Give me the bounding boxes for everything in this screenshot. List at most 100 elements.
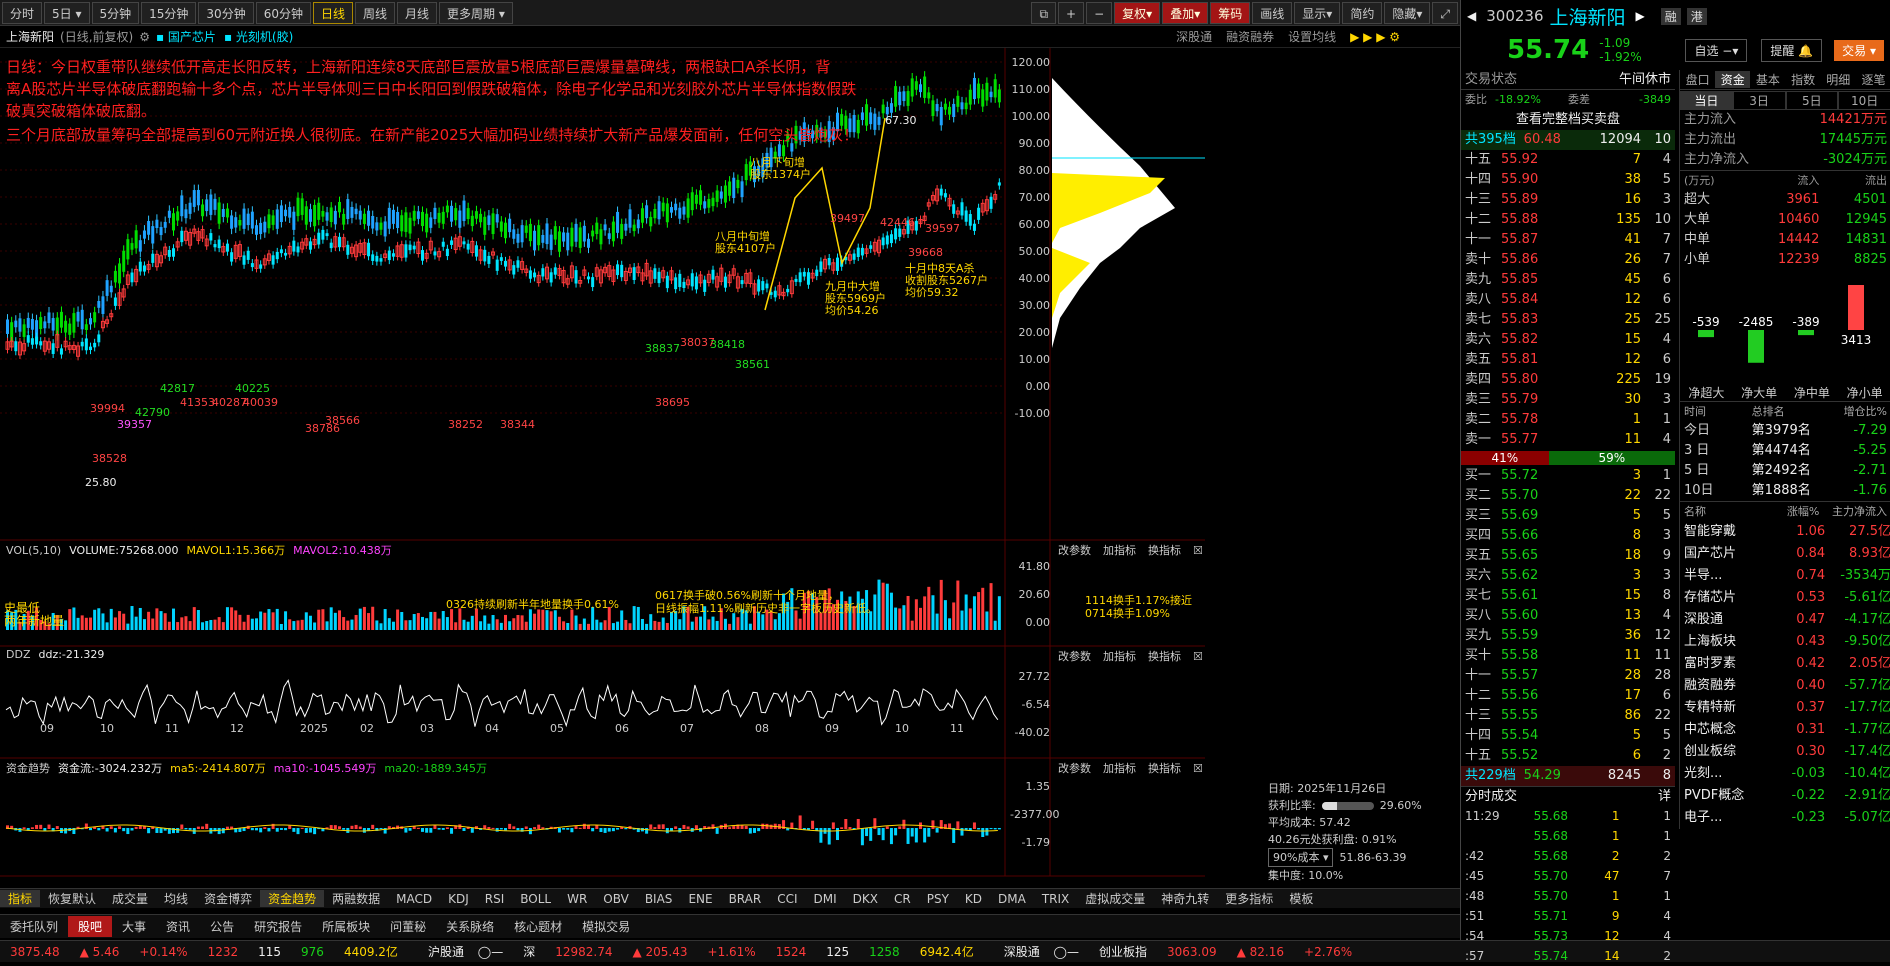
- vol-add-button[interactable]: 加指标: [1103, 542, 1136, 558]
- link-ma-settings[interactable]: 设置均线: [1288, 28, 1336, 45]
- trade-button[interactable]: 交易 ▾: [1834, 39, 1884, 61]
- vol-close-icon[interactable]: ☒: [1193, 544, 1203, 557]
- indicator-tab[interactable]: OBV: [595, 892, 637, 906]
- ddz-swap-button[interactable]: 换指标: [1148, 648, 1181, 664]
- indicator-tab[interactable]: 资金博弈: [196, 890, 260, 907]
- indicator-tab[interactable]: CCI: [769, 892, 805, 906]
- hide-button[interactable]: 隐藏▾: [1384, 1, 1431, 24]
- sector-row[interactable]: 创业板综 0.30 -17.4亿: [1684, 741, 1890, 763]
- settings-gear-icon[interactable]: ⚙: [139, 30, 150, 44]
- fund-swap-button[interactable]: 换指标: [1148, 760, 1181, 776]
- period-30min[interactable]: 30分钟: [198, 1, 254, 24]
- watchlist-button[interactable]: 自选 −▾: [1685, 38, 1748, 62]
- fund-tab[interactable]: 基本: [1750, 71, 1785, 88]
- ask-row[interactable]: 十五 55.92 7 4: [1461, 150, 1675, 170]
- indicator-tab[interactable]: 均线: [156, 890, 196, 907]
- sector-row[interactable]: 专精特新 0.37 -17.7亿: [1684, 697, 1890, 719]
- indicator-tab[interactable]: 成交量: [104, 890, 156, 907]
- window-icon[interactable]: ⧉: [1031, 1, 1057, 24]
- ask-row[interactable]: 卖五 55.81 12 6: [1461, 350, 1675, 370]
- info-tab[interactable]: 委托队列: [0, 916, 68, 937]
- indicator-tab[interactable]: 资金趋势: [260, 890, 325, 907]
- indicator-tab[interactable]: KD: [957, 892, 990, 906]
- indicator-tab[interactable]: BOLL: [512, 892, 559, 906]
- sector-row[interactable]: 富时罗素 0.42 2.05亿: [1684, 653, 1890, 675]
- display-button[interactable]: 显示▾: [1294, 1, 1341, 24]
- fund-tab[interactable]: 明细: [1821, 71, 1856, 88]
- expand-icon[interactable]: ⤢: [1432, 1, 1458, 24]
- bid-row[interactable]: 十二 55.56 17 6: [1461, 686, 1675, 706]
- sector-row[interactable]: 上海板块 0.43 -9.50亿: [1684, 631, 1890, 653]
- ask-row[interactable]: 十二 55.88 135 10: [1461, 210, 1675, 230]
- bid-row[interactable]: 十三 55.55 86 22: [1461, 706, 1675, 726]
- ask-row[interactable]: 卖二 55.78 1 1: [1461, 410, 1675, 430]
- bid-row[interactable]: 十四 55.54 5 5: [1461, 726, 1675, 746]
- vol-swap-button[interactable]: 换指标: [1148, 542, 1181, 558]
- indicator-tab[interactable]: RSI: [477, 892, 513, 906]
- indicator-tab[interactable]: WR: [559, 892, 595, 906]
- concept-tag-chip[interactable]: ▪ 国产芯片: [156, 28, 216, 45]
- sector-row[interactable]: 电子... -0.23 -5.07亿: [1684, 807, 1890, 829]
- info-tab[interactable]: 核心题材: [504, 916, 572, 937]
- sector-row[interactable]: 半导... 0.74 -3534万: [1684, 565, 1890, 587]
- ask-row[interactable]: 卖十 55.86 26 7: [1461, 250, 1675, 270]
- period-5min[interactable]: 5分钟: [91, 1, 140, 24]
- sector-row[interactable]: 光刻... -0.03 -10.4亿: [1684, 763, 1890, 785]
- bid-row[interactable]: 买九 55.59 36 12: [1461, 626, 1675, 646]
- link-sgt[interactable]: 深股通: [1176, 28, 1212, 45]
- ask-row[interactable]: 十四 55.90 38 5: [1461, 170, 1675, 190]
- sector-row[interactable]: 融资融券 0.40 -57.7亿: [1684, 675, 1890, 697]
- ask-row[interactable]: 卖七 55.83 25 25: [1461, 310, 1675, 330]
- info-tab[interactable]: 模拟交易: [572, 916, 640, 937]
- view-full-book[interactable]: 查看完整档买卖盘: [1461, 110, 1675, 130]
- indicator-tab[interactable]: BIAS: [637, 892, 681, 906]
- info-tab[interactable]: 研究报告: [244, 916, 312, 937]
- info-tab[interactable]: 问董秘: [380, 916, 436, 937]
- bid-row[interactable]: 买二 55.70 22 22: [1461, 486, 1675, 506]
- sector-row[interactable]: 存储芯片 0.53 -5.61亿: [1684, 587, 1890, 609]
- indicator-tab[interactable]: 更多指标: [1217, 890, 1281, 907]
- ddz-param-button[interactable]: 改参数: [1058, 648, 1091, 664]
- period-weekly[interactable]: 周线: [355, 1, 396, 24]
- indicator-tab[interactable]: DMI: [806, 892, 845, 906]
- fund-period[interactable]: 当日: [1680, 90, 1733, 110]
- bid-row[interactable]: 买七 55.61 15 8: [1461, 586, 1675, 606]
- indicator-tab[interactable]: 模板: [1281, 890, 1321, 907]
- indicator-tab[interactable]: ENE: [680, 892, 720, 906]
- indicator-tab[interactable]: DKX: [845, 892, 886, 906]
- bid-row[interactable]: 买六 55.62 3 3: [1461, 566, 1675, 586]
- fund-period[interactable]: 10日: [1838, 90, 1890, 110]
- indicator-tab[interactable]: BRAR: [721, 892, 770, 906]
- trades-more[interactable]: 详: [1568, 787, 1671, 806]
- indicator-tab[interactable]: DMA: [990, 892, 1034, 906]
- sh-index[interactable]: 3875.48: [0, 945, 70, 959]
- info-tab[interactable]: 所属板块: [312, 916, 380, 937]
- info-tab[interactable]: 资讯: [156, 916, 200, 937]
- ask-row[interactable]: 卖三 55.79 30 3: [1461, 390, 1675, 410]
- chips-button[interactable]: 筹码: [1210, 1, 1251, 24]
- bid-row[interactable]: 买八 55.60 13 4: [1461, 606, 1675, 626]
- indicator-tab[interactable]: 虚拟成交量: [1077, 890, 1153, 907]
- vol-param-button[interactable]: 改参数: [1058, 542, 1091, 558]
- link-margin[interactable]: 融资融券: [1226, 28, 1274, 45]
- ask-row[interactable]: 卖四 55.80 225 19: [1461, 370, 1675, 390]
- sgt-link[interactable]: 深股通 ◯—: [984, 943, 1089, 960]
- bid-row[interactable]: 买三 55.69 5 5: [1461, 506, 1675, 526]
- info-tab[interactable]: 关系脉络: [436, 916, 504, 937]
- fund-tab[interactable]: 资金: [1715, 71, 1751, 88]
- concept-tag-litho[interactable]: ▪ 光刻机(胶): [224, 28, 293, 45]
- indicator-tab[interactable]: KDJ: [440, 892, 477, 906]
- chart-area[interactable]: 日线：今日权重带队继续低开高走长阳反转，上海新阳连续8天底部巨震放量5根底部巨震…: [0, 48, 1422, 882]
- sz-index[interactable]: 12982.74: [545, 945, 622, 959]
- indicator-tab[interactable]: 神奇九转: [1153, 890, 1217, 907]
- info-tab[interactable]: 公告: [200, 916, 244, 937]
- ask-row[interactable]: 卖一 55.77 11 4: [1461, 430, 1675, 450]
- alert-button[interactable]: 提醒 🔔: [1761, 38, 1823, 62]
- sector-row[interactable]: 国产芯片 0.84 8.93亿: [1684, 543, 1890, 565]
- indicator-tab[interactable]: CR: [886, 892, 919, 906]
- period-5day[interactable]: 5日 ▾: [44, 1, 90, 24]
- fund-period[interactable]: 3日: [1732, 90, 1786, 110]
- fund-tab[interactable]: 盘口: [1680, 71, 1715, 88]
- sector-row[interactable]: 深股通 0.47 -4.17亿: [1684, 609, 1890, 631]
- sector-row[interactable]: PVDF概念 -0.22 -2.91亿: [1684, 785, 1890, 807]
